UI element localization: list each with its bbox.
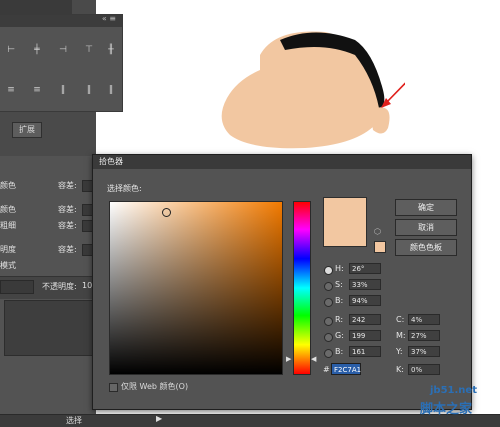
- black-label: K:: [396, 365, 404, 374]
- opacity-label: 不透明度:: [42, 282, 77, 291]
- color-picker-dialog: 拾色器 选择颜色: ▶ ◀ ⬡ 确定 取消 颜色色板 H: 26° S: 33%…: [92, 154, 472, 410]
- green-input[interactable]: 199: [349, 330, 381, 341]
- status-arrow-icon[interactable]: ▶: [156, 414, 162, 423]
- status-select-label[interactable]: 选择: [66, 415, 82, 426]
- brightness-label: B:: [335, 296, 344, 305]
- hex-input[interactable]: F2C7A1: [331, 363, 361, 375]
- expand-button[interactable]: 扩展: [12, 122, 42, 138]
- red-radio[interactable]: [324, 317, 333, 326]
- hue-label: H:: [335, 264, 344, 273]
- hue-slider-right-arrow-icon[interactable]: ◀: [311, 355, 316, 363]
- top-dark-strip: [0, 0, 72, 14]
- dialog-titlebar[interactable]: 拾色器: [93, 155, 471, 169]
- row-tolerance-label: 容差:: [58, 221, 77, 230]
- distribute-right-icon[interactable]: ‖: [56, 85, 70, 95]
- distribute-top-icon[interactable]: ‖: [82, 85, 96, 95]
- blue-input[interactable]: 161: [349, 346, 381, 357]
- hue-radio[interactable]: [324, 266, 333, 275]
- color-preview-swatch: [323, 197, 367, 247]
- align-panel-titlebar[interactable]: « ≡: [0, 14, 122, 27]
- cyan-input[interactable]: 4%: [408, 314, 440, 325]
- row-tolerance-label: 容差:: [58, 245, 77, 254]
- hue-input[interactable]: 26°: [349, 263, 381, 274]
- hex-symbol: #: [323, 365, 330, 374]
- watermark-name: 脚本之家: [420, 402, 473, 417]
- align-left-icon[interactable]: ⊢: [4, 45, 18, 55]
- opacity-value[interactable]: 10: [82, 281, 92, 290]
- row-label: 粗细: [0, 221, 16, 230]
- panel-menu-icon[interactable]: « ≡: [102, 14, 116, 23]
- black-input[interactable]: 0%: [408, 364, 440, 375]
- arrow-line: [384, 82, 405, 105]
- cancel-button[interactable]: 取消: [395, 219, 457, 236]
- row-tolerance-label: 容差:: [58, 181, 77, 190]
- row-label: 明度: [0, 245, 16, 254]
- row-tolerance-label: 容差:: [58, 205, 77, 214]
- row-label: 颜色: [0, 181, 16, 190]
- row-label: 模式: [0, 261, 16, 270]
- layer-list[interactable]: [4, 300, 96, 356]
- align-middle-icon[interactable]: ╫: [104, 45, 118, 55]
- ear-shape: [370, 107, 390, 134]
- brightness-input[interactable]: 94%: [349, 295, 381, 306]
- saturation-label: S:: [335, 280, 343, 289]
- align-center-icon[interactable]: ╪: [30, 45, 44, 55]
- hue-slider-left-arrow-icon[interactable]: ▶: [286, 355, 291, 363]
- red-input[interactable]: 242: [349, 314, 381, 325]
- cartoon-head-artwork: [221, 31, 405, 149]
- blue-label: B:: [335, 347, 344, 356]
- dialog-title: 拾色器: [99, 157, 123, 166]
- saturation-brightness-field[interactable]: [109, 201, 283, 375]
- color-swatches-button[interactable]: 颜色色板: [395, 239, 457, 256]
- green-label: G:: [335, 331, 344, 340]
- blend-mode-select[interactable]: [0, 280, 34, 294]
- saturation-radio[interactable]: [324, 282, 333, 291]
- blue-radio[interactable]: [324, 349, 333, 358]
- green-radio[interactable]: [324, 333, 333, 342]
- distribute-center-icon[interactable]: ≡: [30, 85, 44, 95]
- websafe-swatch[interactable]: [374, 241, 386, 253]
- saturation-input[interactable]: 33%: [349, 279, 381, 290]
- row-label: 颜色: [0, 205, 16, 214]
- align-right-icon[interactable]: ⊣: [56, 45, 70, 55]
- cyan-label: C:: [396, 315, 405, 324]
- field-cursor-icon[interactable]: [162, 208, 171, 217]
- yellow-input[interactable]: 37%: [408, 346, 440, 357]
- websafe-label: 仅限 Web 颜色(O): [121, 382, 189, 391]
- watermark-site: jb51.net: [430, 385, 477, 396]
- brightness-radio[interactable]: [324, 298, 333, 307]
- websafe-cube-icon[interactable]: ⬡: [374, 227, 381, 236]
- distribute-bottom-icon[interactable]: ‖: [104, 85, 118, 95]
- yellow-label: Y:: [396, 347, 403, 356]
- websafe-checkbox[interactable]: [109, 383, 118, 392]
- magenta-label: M:: [396, 331, 406, 340]
- hue-slider[interactable]: [293, 201, 311, 375]
- red-label: R:: [335, 315, 344, 324]
- distribute-left-icon[interactable]: ≡: [4, 85, 18, 95]
- ok-button[interactable]: 确定: [395, 199, 457, 216]
- align-top-icon[interactable]: ⊤: [82, 45, 96, 55]
- magenta-input[interactable]: 27%: [408, 330, 440, 341]
- align-panel: « ≡ ⊢ ╪ ⊣ ⊤ ╫ ≡ ≡ ‖ ‖ ‖: [0, 14, 123, 112]
- pick-color-prompt: 选择颜色:: [107, 184, 142, 193]
